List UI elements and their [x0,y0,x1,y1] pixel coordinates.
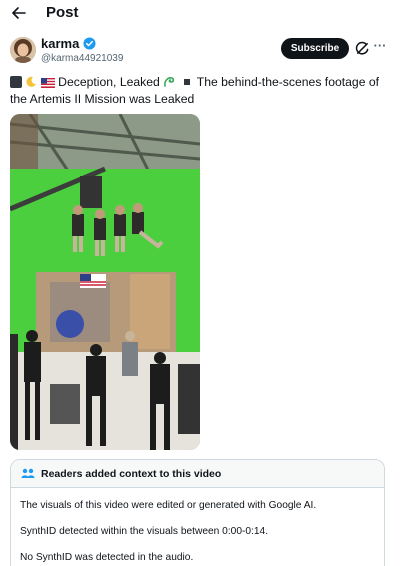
video-thumbnail[interactable] [10,114,200,450]
video-green-screen-scene-icon [10,114,200,450]
wave-emoji-icon [164,77,175,87]
tweet-text: Deception, Leaked The behind-the-scenes … [10,74,394,108]
tweet-text-part1: Deception, Leaked [58,75,160,89]
community-note-line: The visuals of this video were edited or… [20,500,317,511]
author-name[interactable]: karma [41,36,79,51]
verified-badge-icon [83,37,96,50]
community-note-header: Readers added context to this video [11,460,384,488]
subscribe-button[interactable]: Subscribe [281,38,349,59]
black-square-emoji-icon [10,76,22,88]
page-title: Post [46,4,79,21]
people-icon [21,468,35,478]
author-handle[interactable]: @karma44921039 [41,53,123,64]
community-note-line: No SynthID was detected in the audio. [20,552,194,563]
community-note-line: SynthID detected within the visuals betw… [20,526,269,537]
top-bar: Post [0,0,400,28]
crescent-moon-emoji-icon [26,76,37,87]
community-note-title: Readers added context to this video [41,467,222,480]
avatar[interactable] [10,37,36,63]
community-note: Readers added context to this video The … [10,459,385,566]
author-name-row[interactable]: karma [41,36,96,51]
grok-icon[interactable] [355,41,370,56]
arrow-left-icon[interactable] [8,2,30,24]
us-flag-emoji-icon [40,78,55,88]
small-black-square-emoji-icon [183,79,190,85]
more-options-button[interactable]: ··· [372,39,388,56]
